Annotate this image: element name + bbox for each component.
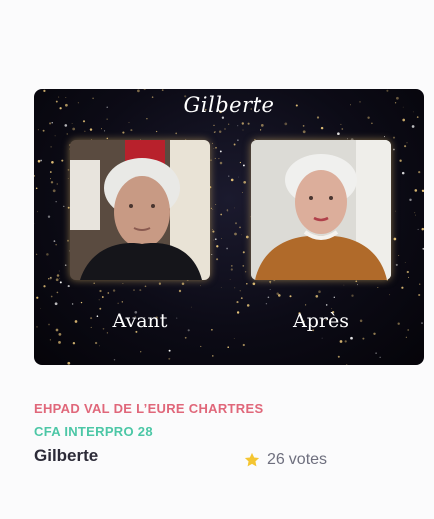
votes-count: 26 [267, 451, 285, 468]
image-title: Gilberte [183, 93, 275, 117]
before-caption: Avant [112, 310, 168, 332]
after-photo [251, 140, 391, 280]
after-caption: Après [293, 310, 349, 332]
votes-badge[interactable]: 26 votes [243, 451, 327, 469]
establishment-name: EHPAD VAL DE L’EURE CHARTRES [34, 401, 264, 416]
school-name: CFA INTERPRO 28 [34, 424, 153, 439]
votes-label: votes [288, 451, 328, 468]
entry-name: Gilberte [34, 446, 99, 465]
before-photo [70, 140, 210, 280]
before-after-image[interactable]: Gilberte Avant Après [34, 89, 424, 365]
star-icon [244, 452, 260, 467]
